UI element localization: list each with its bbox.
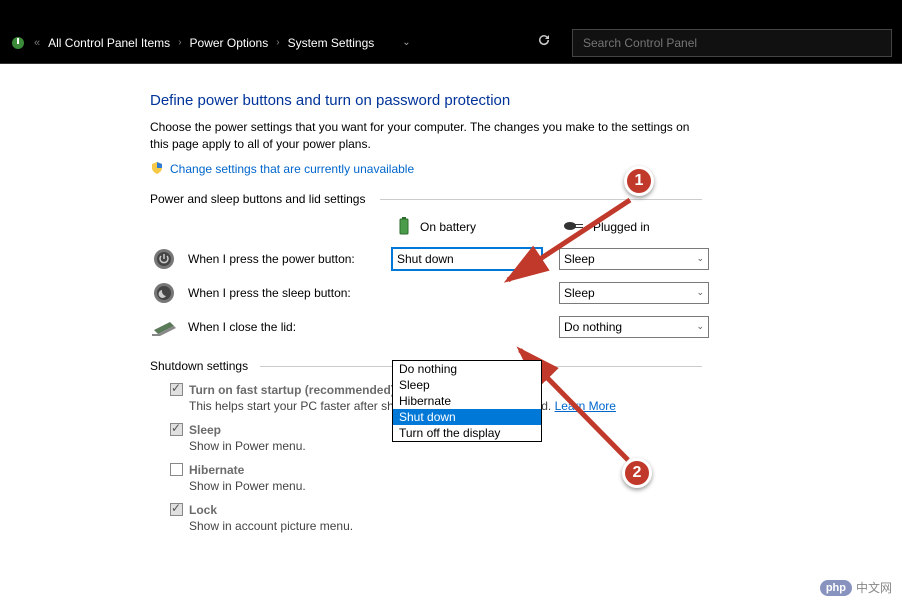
row-power-button: When I press the power button: (150, 245, 380, 273)
chevron-down-icon: ⌄ (696, 287, 704, 298)
sleep-plugged-select[interactable]: Sleep ⌄ (559, 282, 709, 304)
annotation-badge-2: 2 (622, 458, 652, 488)
row-close-lid: When I close the lid: (150, 313, 380, 341)
php-logo-icon: php (820, 580, 852, 596)
laptop-lid-icon (150, 313, 178, 341)
column-header-plugged: Plugged in (559, 219, 714, 236)
nav-chevrons-icon[interactable]: « (34, 37, 40, 49)
shutdown-item-lock: Lock Show in account picture menu. (170, 503, 902, 533)
uac-link-row: Change settings that are currently unava… (150, 161, 902, 178)
power-battery-select[interactable]: Shut down ⌄ (392, 248, 542, 270)
chevron-right-icon: › (178, 37, 181, 48)
checkbox-sleep[interactable] (170, 423, 183, 436)
shield-icon (150, 161, 164, 178)
checkbox-hibernate[interactable] (170, 463, 183, 476)
lid-plugged-select[interactable]: Do nothing ⌄ (559, 316, 709, 338)
watermark-text: 中文网 (856, 579, 892, 596)
window-titlebar (0, 0, 902, 22)
dropdown-option[interactable]: Do nothing (393, 361, 541, 377)
select-value: Sleep (564, 252, 595, 266)
chevron-down-icon: ⌄ (696, 321, 704, 332)
plug-icon (563, 219, 585, 236)
select-value: Shut down (397, 252, 454, 266)
watermark: php 中文网 (820, 579, 892, 596)
address-bar: « All Control Panel Items › Power Option… (0, 22, 902, 64)
search-input[interactable] (572, 29, 892, 57)
chevron-down-icon[interactable]: ⌄ (402, 37, 410, 48)
row-sleep-button: When I press the sleep button: (150, 279, 380, 307)
app-icon (10, 35, 26, 51)
power-button-icon (150, 245, 178, 273)
breadcrumb-item[interactable]: Power Options (190, 36, 269, 50)
column-label: Plugged in (593, 220, 650, 234)
row-label-text: When I close the lid: (188, 320, 296, 334)
content-area: Define power buttons and turn on passwor… (0, 64, 902, 602)
power-settings-grid: On battery Plugged in When I press the p… (150, 216, 902, 341)
chevron-down-icon: ⌄ (696, 253, 704, 264)
intro-text: Choose the power settings that you want … (150, 119, 710, 153)
battery-icon (396, 216, 412, 239)
power-plugged-select[interactable]: Sleep ⌄ (559, 248, 709, 270)
item-description: This helps start your PC faster after sh… (189, 399, 902, 413)
change-settings-link[interactable]: Change settings that are currently unava… (170, 162, 414, 176)
annotation-badge-1: 1 (624, 166, 654, 196)
dropdown-option[interactable]: Turn off the display (393, 425, 541, 441)
row-label-text: When I press the sleep button: (188, 286, 351, 300)
page-title: Define power buttons and turn on passwor… (150, 92, 902, 109)
section-header: Power and sleep buttons and lid settings (150, 192, 902, 206)
learn-more-link[interactable]: Learn More (555, 399, 616, 413)
dropdown-option-selected[interactable]: Shut down (393, 409, 541, 425)
sleep-button-icon (150, 279, 178, 307)
checkbox-fast-startup[interactable] (170, 383, 183, 396)
checkbox-label: Turn on fast startup (recommended) (189, 383, 395, 397)
dropdown-option[interactable]: Hibernate (393, 393, 541, 409)
checkbox-lock[interactable] (170, 503, 183, 516)
power-battery-dropdown: Do nothing Sleep Hibernate Shut down Tur… (392, 360, 542, 442)
item-description: Show in Power menu. (189, 479, 902, 493)
column-header-battery: On battery (392, 216, 547, 239)
checkbox-label: Lock (189, 503, 217, 517)
breadcrumb-item[interactable]: All Control Panel Items (48, 36, 170, 50)
item-description: Show in account picture menu. (189, 519, 902, 533)
chevron-right-icon: › (276, 37, 279, 48)
select-value: Sleep (564, 286, 595, 300)
row-label-text: When I press the power button: (188, 252, 355, 266)
shutdown-item-hibernate: Hibernate Show in Power menu. (170, 463, 902, 493)
breadcrumb-item[interactable]: System Settings (288, 36, 375, 50)
refresh-icon[interactable] (536, 32, 552, 53)
dropdown-option[interactable]: Sleep (393, 377, 541, 393)
checkbox-label: Sleep (189, 423, 221, 437)
column-label: On battery (420, 220, 476, 234)
breadcrumb: All Control Panel Items › Power Options … (48, 36, 516, 50)
chevron-down-icon: ⌄ (529, 253, 537, 264)
select-value: Do nothing (564, 320, 622, 334)
checkbox-label: Hibernate (189, 463, 244, 477)
item-description: Show in Power menu. (189, 439, 902, 453)
